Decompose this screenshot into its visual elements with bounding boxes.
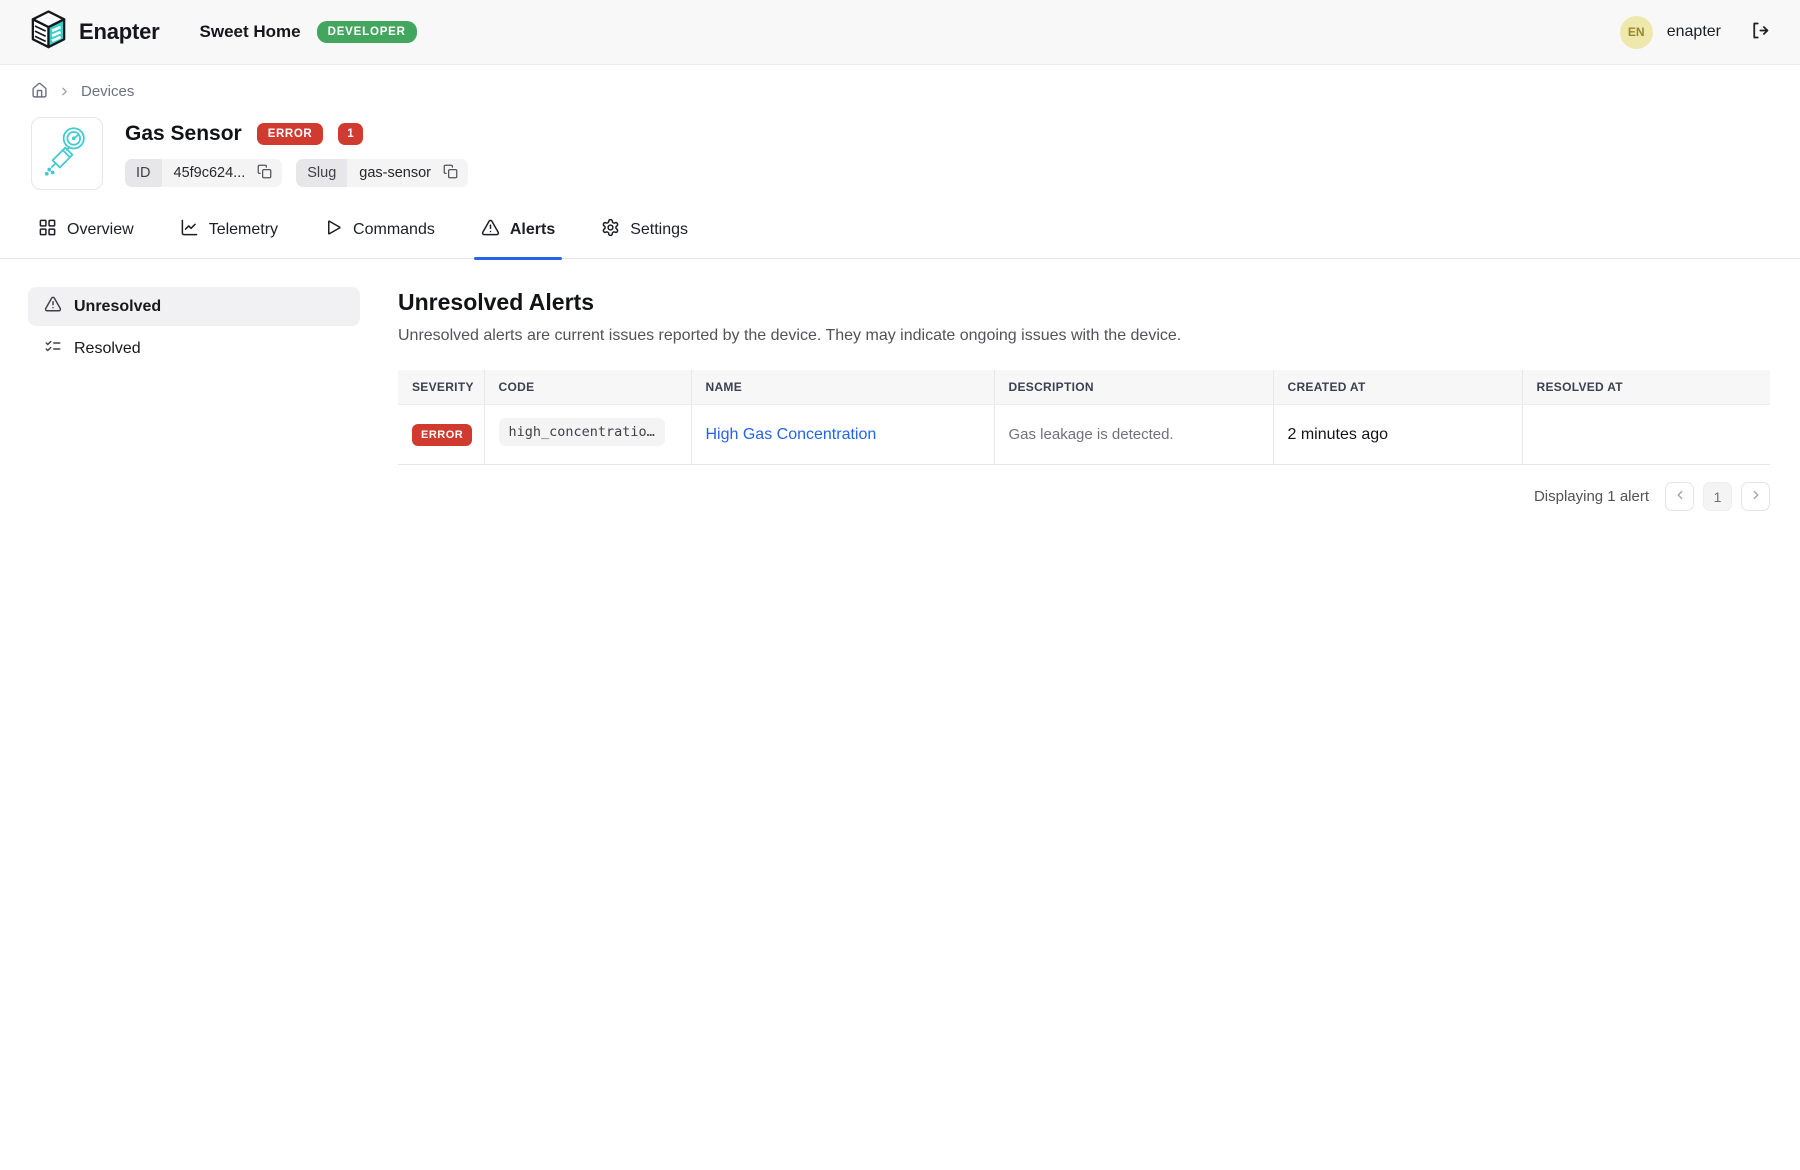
column-header-created-at: CREATED AT [1273, 370, 1522, 405]
column-header-code: CODE [484, 370, 691, 405]
section-title: Unresolved Alerts [398, 289, 1770, 316]
tab-label: Overview [67, 221, 134, 239]
severity-badge: ERROR [412, 424, 472, 446]
gear-icon [601, 218, 620, 242]
next-page-button[interactable] [1741, 482, 1770, 511]
slug-value: gas-sensor [347, 159, 441, 187]
sidebar-item-resolved[interactable]: Resolved [28, 329, 360, 368]
chevron-right-icon [58, 83, 71, 100]
developer-badge: DEVELOPER [317, 21, 417, 43]
section-description: Unresolved alerts are current issues rep… [398, 327, 1770, 345]
slug-label: Slug [296, 159, 347, 187]
column-header-description: DESCRIPTION [994, 370, 1273, 405]
brand-name: Enapter [79, 19, 160, 45]
alerts-table: SEVERITY CODE NAME DESCRIPTION CREATED A… [398, 370, 1770, 465]
user-menu: EN enapter [1620, 16, 1770, 49]
tab-commands[interactable]: Commands [324, 218, 435, 258]
grid-icon [38, 218, 57, 242]
device-slug-chip: Slug gas-sensor [296, 159, 468, 187]
alert-description: Gas leakage is detected. [994, 405, 1273, 465]
logout-button[interactable] [1749, 20, 1770, 44]
alert-created-at: 2 minutes ago [1273, 405, 1522, 465]
copy-icon [257, 164, 272, 182]
id-label: ID [125, 159, 162, 187]
device-avatar [31, 117, 103, 190]
sidebar-item-label: Resolved [74, 340, 141, 358]
tab-alerts[interactable]: Alerts [481, 218, 555, 258]
pagination-summary: Displaying 1 alert [1534, 488, 1649, 505]
tab-overview[interactable]: Overview [38, 218, 134, 258]
tab-label: Alerts [510, 221, 555, 239]
alerts-main: Unresolved Alerts Unresolved alerts are … [360, 287, 1770, 511]
chevron-left-icon [1673, 488, 1687, 505]
alert-code: high_concentratio… [499, 418, 665, 446]
column-header-resolved-at: RESOLVED AT [1522, 370, 1770, 405]
user-avatar[interactable]: EN [1620, 16, 1653, 49]
home-icon [31, 83, 48, 100]
tab-settings[interactable]: Settings [601, 218, 688, 258]
copy-id-button[interactable] [255, 164, 282, 182]
device-id-chip: ID 45f9c624... [125, 159, 282, 187]
chart-line-icon [180, 218, 199, 242]
logout-icon [1749, 20, 1770, 44]
page-number-button[interactable]: 1 [1703, 482, 1732, 511]
copy-slug-button[interactable] [441, 164, 468, 182]
alert-triangle-icon [481, 218, 500, 242]
alerts-sidebar: Unresolved Resolved [28, 287, 360, 371]
tab-telemetry[interactable]: Telemetry [180, 218, 278, 258]
site-name: Sweet Home [200, 22, 301, 42]
alert-triangle-icon [44, 295, 62, 318]
id-value: 45f9c624... [162, 159, 256, 187]
alert-count-badge: 1 [338, 123, 362, 145]
enapter-logo-icon [30, 10, 67, 55]
pagination: Displaying 1 alert 1 [398, 482, 1770, 511]
top-bar: Enapter Sweet Home DEVELOPER EN enapter [0, 0, 1800, 65]
status-badge: ERROR [257, 123, 324, 145]
tab-label: Telemetry [209, 221, 278, 239]
column-header-severity: SEVERITY [398, 370, 484, 405]
breadcrumb: Devices [0, 65, 1800, 100]
alert-resolved-at [1522, 405, 1770, 465]
copy-icon [443, 164, 458, 182]
alert-name-link[interactable]: High Gas Concentration [706, 426, 877, 443]
play-icon [324, 218, 343, 242]
device-header: Gas Sensor ERROR 1 ID 45f9c624... Slug g… [0, 100, 1800, 190]
user-name: enapter [1667, 23, 1721, 41]
gas-sensor-illustration-icon [40, 124, 94, 183]
breadcrumb-home[interactable] [31, 82, 48, 100]
tab-label: Commands [353, 221, 435, 239]
brand-link[interactable]: Enapter [30, 10, 160, 55]
checklist-icon [44, 337, 62, 360]
sidebar-item-unresolved[interactable]: Unresolved [28, 287, 360, 326]
prev-page-button[interactable] [1665, 482, 1694, 511]
column-header-name: NAME [691, 370, 994, 405]
alert-table-row: ERROR high_concentratio… High Gas Concen… [398, 405, 1770, 465]
device-tabs: Overview Telemetry Commands Alerts [0, 190, 1800, 259]
tab-label: Settings [630, 221, 688, 239]
chevron-right-icon [1749, 488, 1763, 505]
page-title: Gas Sensor [125, 122, 242, 146]
sidebar-item-label: Unresolved [74, 298, 161, 316]
breadcrumb-item-devices[interactable]: Devices [81, 83, 134, 100]
table-header-row: SEVERITY CODE NAME DESCRIPTION CREATED A… [398, 370, 1770, 405]
